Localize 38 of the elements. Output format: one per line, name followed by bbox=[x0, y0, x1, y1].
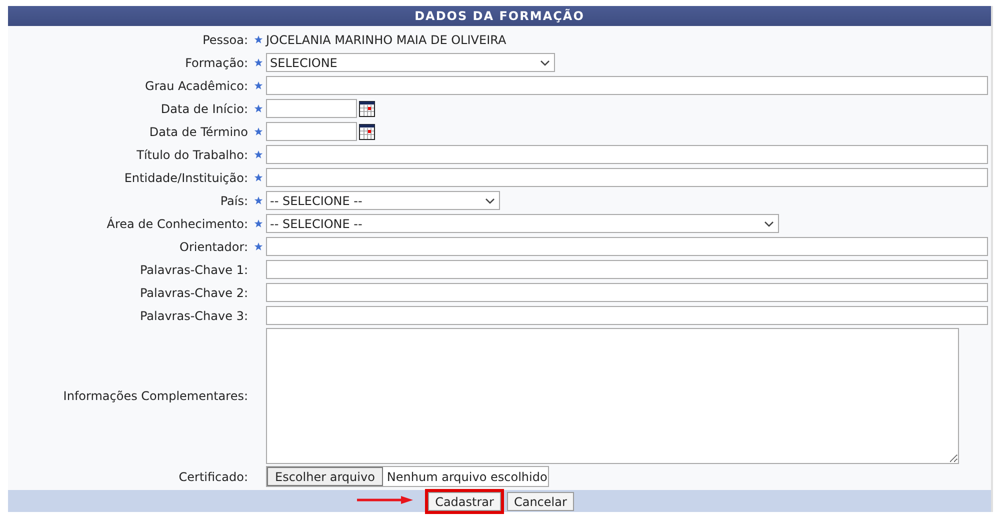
text-field[interactable] bbox=[266, 168, 988, 187]
field-label: Palavras-Chave 1: bbox=[140, 262, 248, 278]
text-field[interactable] bbox=[266, 306, 988, 325]
field-label: Formação: bbox=[185, 54, 248, 72]
date-field[interactable] bbox=[266, 99, 357, 118]
text-field[interactable] bbox=[266, 76, 988, 95]
text-field[interactable] bbox=[266, 260, 988, 279]
cancel-button[interactable]: Cancelar bbox=[506, 492, 574, 510]
choose-file-button[interactable]: Escolher arquivo bbox=[267, 467, 383, 486]
field-label: Data de Início: bbox=[160, 100, 248, 118]
file-chooser[interactable]: Escolher arquivo Nenhum arquivo escolhido bbox=[266, 466, 550, 487]
date-field[interactable] bbox=[266, 122, 357, 141]
calendar-icon[interactable] bbox=[359, 124, 375, 140]
chevron-down-icon bbox=[764, 220, 774, 226]
field-label: Certificado: bbox=[178, 468, 248, 486]
field-label: País: bbox=[220, 192, 248, 210]
text-field[interactable] bbox=[266, 237, 988, 256]
dropdown[interactable]: -- SELECIONE -- bbox=[266, 214, 779, 233]
panel-title: DADOS DA FORMAÇÃO bbox=[414, 8, 584, 25]
text-field[interactable] bbox=[266, 145, 988, 164]
field-label: Pessoa: bbox=[202, 32, 248, 48]
field-label: Título do Trabalho: bbox=[136, 146, 248, 164]
chevron-down-icon bbox=[485, 198, 495, 204]
person-name: JOCELANIA MARINHO MAIA DE OLIVEIRA bbox=[266, 32, 506, 48]
dropdown[interactable]: SELECIONE bbox=[266, 53, 555, 72]
field-label: Palavras-Chave 2: bbox=[140, 284, 248, 302]
calendar-icon[interactable] bbox=[359, 100, 375, 116]
field-label: Grau Acadêmico: bbox=[145, 78, 248, 94]
text-field[interactable] bbox=[266, 283, 988, 302]
field-label: Palavras-Chave 3: bbox=[140, 308, 248, 324]
file-status: Nenhum arquivo escolhido bbox=[386, 468, 548, 486]
dropdown[interactable]: -- SELECIONE -- bbox=[266, 191, 500, 210]
field-label: Data de Término bbox=[149, 124, 248, 140]
field-label: Orientador: bbox=[180, 238, 248, 256]
field-label: Entidade/Instituição: bbox=[124, 170, 248, 186]
chevron-down-icon bbox=[540, 60, 550, 66]
field-label: Informações Complementares: bbox=[63, 388, 248, 405]
field-label: Área de Conhecimento: bbox=[106, 216, 248, 232]
